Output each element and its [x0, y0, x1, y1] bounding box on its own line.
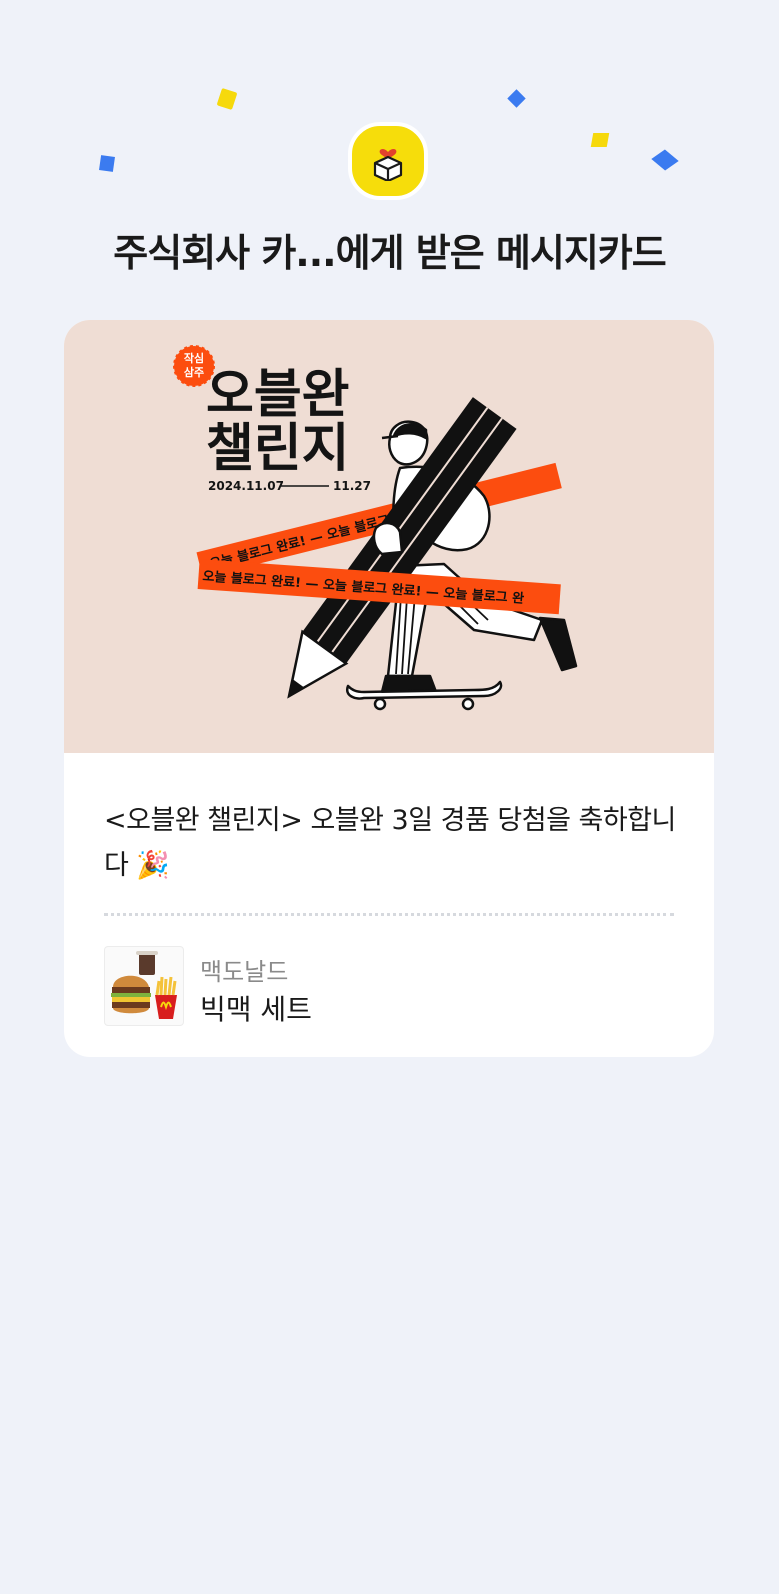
banner-headline-1: 오블완 — [206, 365, 350, 425]
banner-date-end: 11.27 — [333, 479, 371, 493]
banner-headline-2: 챌린지 — [206, 419, 350, 479]
confetti-blue — [99, 155, 115, 172]
message-card: 작심 삼주 오블완 챌린지 2024.11.07 11.27 오늘 블로그 완료… — [64, 320, 714, 1057]
confetti-yellow — [216, 87, 238, 111]
confetti-blue — [507, 89, 526, 108]
banner-date-start: 2024.11.07 — [208, 479, 284, 493]
message-card-page: 주식회사 카...에게 받은 메시지카드 작심 삼주 오블완 챌린지 2024.… — [0, 0, 779, 1594]
stamp-line2: 삼주 — [184, 365, 204, 379]
product-name: 빅맥 세트 — [200, 993, 312, 1026]
gift-box-heart-icon — [373, 149, 403, 181]
divider — [104, 913, 674, 916]
product-brand: 맥도날드 — [200, 958, 289, 986]
bigmac-set-image — [111, 951, 177, 1019]
confetti-yellow — [590, 133, 610, 147]
product-thumbnail[interactable] — [104, 946, 184, 1026]
challenge-banner-image: 작심 삼주 오블완 챌린지 2024.11.07 11.27 오늘 블로그 완료… — [64, 320, 714, 753]
card-message: <오블완 챌린지> 오블완 3일 경품 당첨을 축하합니다 🎉 — [104, 805, 676, 881]
stamp-line1: 작심 — [184, 351, 204, 365]
page-title: 주식회사 카...에게 받은 메시지카드 — [113, 231, 666, 275]
gift-badge — [348, 122, 428, 200]
confetti-blue — [651, 149, 679, 171]
